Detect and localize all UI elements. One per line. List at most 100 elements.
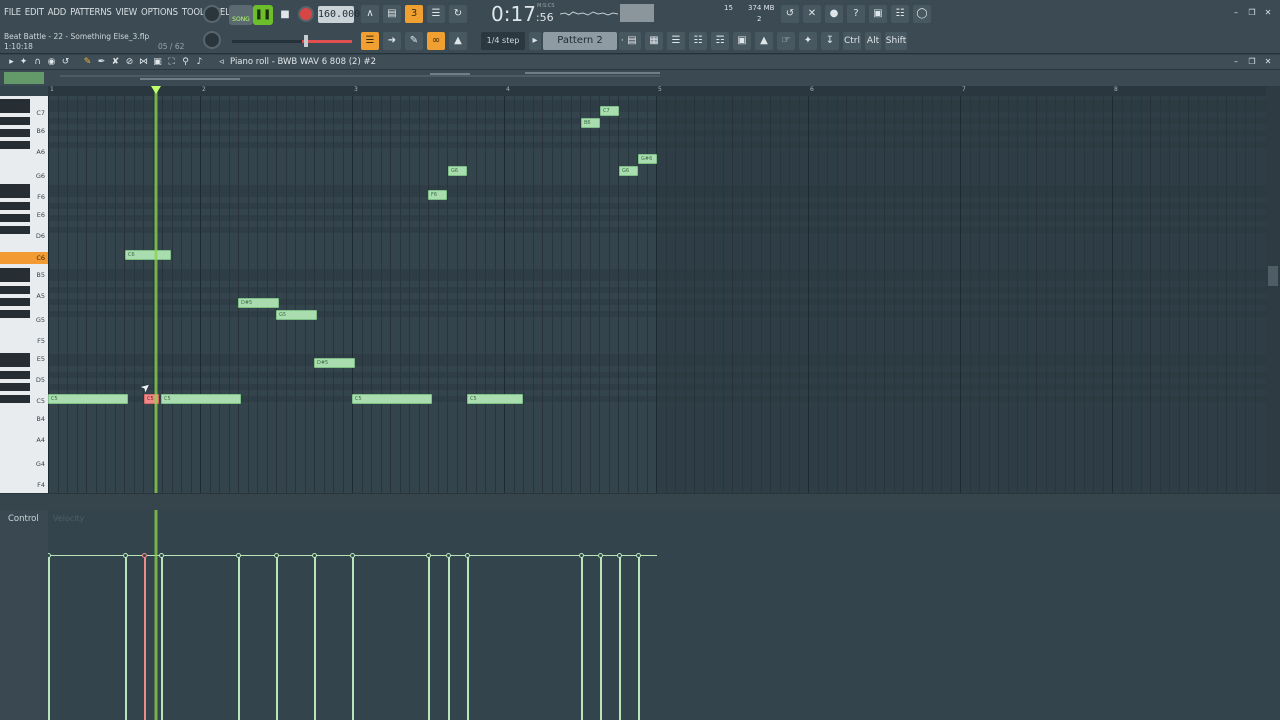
mute-icon[interactable]: ⊘ [124,56,135,68]
velocity-stem[interactable] [161,556,163,720]
record-icon[interactable] [298,6,314,22]
velocity-handle[interactable] [579,553,584,558]
velocity-stem[interactable] [581,556,583,720]
brush-icon[interactable]: ✒ [96,56,107,68]
timeline-ruler[interactable]: 1 2 3 4 5 6 7 8 [48,86,1266,96]
velocity-handle[interactable] [159,553,164,558]
velocity-handle[interactable] [636,553,641,558]
velocity-stem[interactable] [125,556,127,720]
velocity-stem[interactable] [314,556,316,720]
zoom-icon[interactable]: ⛶ [166,56,177,68]
alt-button[interactable]: Alt [865,32,881,50]
magnet-icon[interactable]: ∩ [32,56,43,68]
delete-icon[interactable]: ✘ [110,56,121,68]
playback-icon[interactable]: ◉ [46,56,57,68]
velocity-handle[interactable] [274,553,279,558]
velocity-handle[interactable] [142,553,147,558]
velocity-handle[interactable] [465,553,470,558]
restore-icon[interactable]: ❐ [1246,8,1258,18]
velocity-stem[interactable] [638,556,640,720]
velocity-handle[interactable] [617,553,622,558]
speaker-icon[interactable]: ♪ [194,56,205,68]
black-key[interactable] [0,141,30,149]
velocity-stem[interactable] [144,556,146,720]
piano-roll-window-icon[interactable]: ☰ [667,32,685,50]
close-icon[interactable]: ✕ [1262,8,1274,18]
loop-record-icon[interactable]: ↻ [449,5,467,23]
piano-roll-title[interactable]: Piano roll - BWB WAV 6 808 (2) #2 [230,57,376,67]
plugin-icon[interactable]: ▣ [733,32,751,50]
select-icon[interactable]: ▣ [152,56,163,68]
black-key[interactable] [0,382,30,391]
menu-edit[interactable]: EDIT [25,7,44,18]
help-icon[interactable]: ? [847,5,865,23]
browser-icon[interactable]: ☶ [711,32,729,50]
note[interactable]: C6 [125,250,171,260]
note[interactable]: C5 [352,394,432,404]
black-key[interactable] [0,394,30,403]
velocity-stem[interactable] [428,556,430,720]
tempo-display[interactable]: 160.000 [318,6,360,23]
key-highlighted[interactable]: C6 [0,252,48,264]
velocity-stem[interactable] [352,556,354,720]
black-key[interactable] [0,189,30,198]
black-key[interactable] [0,201,30,210]
black-key[interactable] [0,274,30,283]
black-key[interactable] [0,310,30,319]
pencil-tool-icon[interactable]: ✎ [405,32,423,50]
velocity-handle[interactable] [312,553,317,558]
tools-icon[interactable]: ✦ [18,56,29,68]
undo-small-icon[interactable]: ↺ [60,56,71,68]
playhead-marker[interactable] [151,86,161,94]
save-icon[interactable]: ▣ [869,5,887,23]
note[interactable]: C5 [48,394,128,404]
target-arrow-icon[interactable]: ◃ [216,56,227,68]
menu-view[interactable]: VIEW [116,7,138,18]
velocity-stem[interactable] [467,556,469,720]
menu-add[interactable]: ADD [48,7,67,18]
note[interactable]: F6 [428,190,447,200]
velocity-stem[interactable] [619,556,621,720]
control-label[interactable]: Control [8,514,39,524]
stop-icon[interactable]: ■ [276,5,294,25]
velocity-editor[interactable]: Velocity [48,510,1266,720]
chat-icon[interactable]: ◯ [913,5,931,23]
velocity-handle[interactable] [236,553,241,558]
ctrl-button[interactable]: Ctrl [843,32,861,50]
mixer-icon[interactable]: ☷ [891,5,909,23]
pr-close-icon[interactable]: ✕ [1262,57,1274,67]
note[interactable]: G6 [619,166,638,176]
note[interactable]: G#6 [638,154,657,164]
touch-icon[interactable]: ☞ [777,32,795,50]
note[interactable]: B6 [581,118,600,128]
note[interactable]: C5 [161,394,241,404]
mixer-window-icon[interactable]: ☷ [689,32,707,50]
pattern-prev-icon[interactable]: ▸ [529,32,541,50]
menu-patterns[interactable]: PATTERNS [70,7,112,18]
stamp-icon[interactable]: ▲ [449,32,467,50]
velocity-handle[interactable] [48,553,51,558]
song-mode-button[interactable]: SONG [229,5,253,25]
velocity-stem[interactable] [238,556,240,720]
metronome-icon[interactable]: ∧ [361,5,379,23]
plugin-picker-icon[interactable]: ▲ [755,32,773,50]
velocity-handle[interactable] [446,553,451,558]
black-key[interactable] [0,213,30,222]
link-icon[interactable]: ∞ [427,32,445,50]
black-key[interactable] [0,298,30,307]
event-editor-splitter[interactable] [0,493,1280,510]
pr-minimize-icon[interactable]: – [1230,57,1242,67]
undo-icon[interactable]: ↺ [781,5,799,23]
note[interactable]: C5 [467,394,523,404]
piano-keyboard[interactable]: C6 C7 B6 A6 G6 F6 E6 D6 B5 A5 G5 F5 E5 D5 C5 B4 A4 G4 F4 [0,96,48,493]
snap-selector[interactable]: 1/4 step [481,32,525,50]
note-grid[interactable]: C5 C6 C5 C5 D#5 G5 D#5 C5 F6 G6 C5 B6 C7 G6 G#6 [48,96,1266,493]
render-icon[interactable]: ↧ [821,32,839,50]
velocity-stem[interactable] [276,556,278,720]
velocity-stem[interactable] [448,556,450,720]
black-key[interactable] [0,117,30,125]
black-key[interactable] [0,358,30,367]
velocity-stem[interactable] [600,556,602,720]
arrow-icon[interactable]: ➜ [383,32,401,50]
note[interactable]: D#5 [238,298,279,308]
